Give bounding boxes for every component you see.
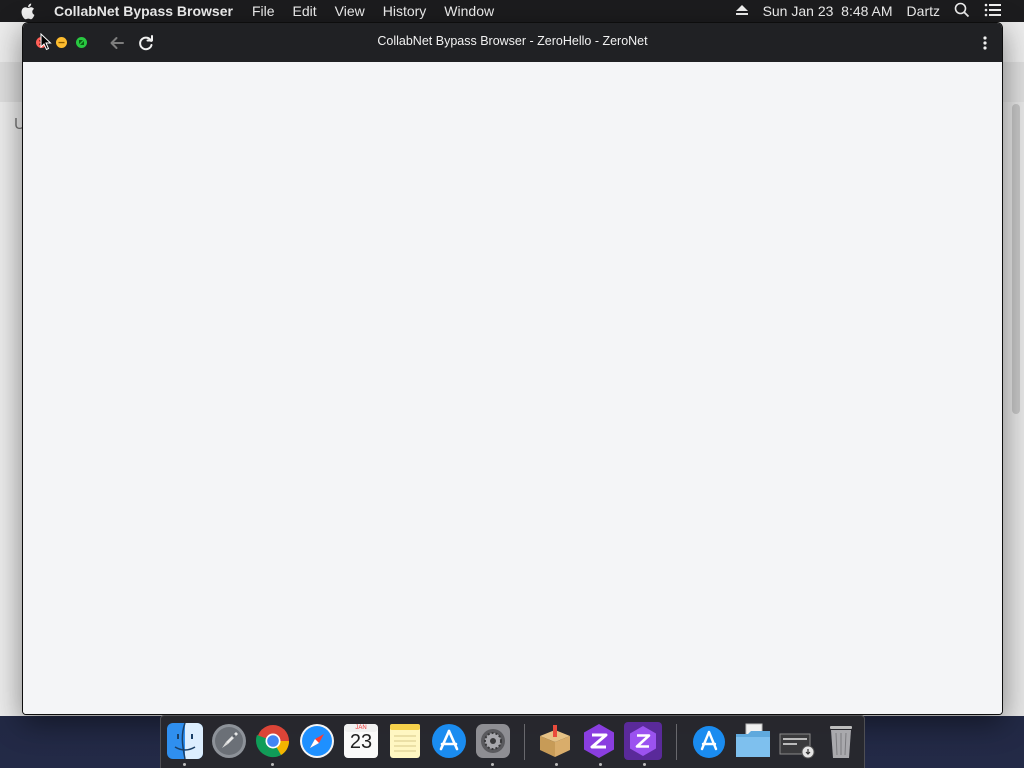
- calendar-day: 23: [349, 731, 373, 753]
- menu-edit[interactable]: Edit: [293, 3, 317, 19]
- running-indicator: [599, 763, 602, 766]
- dock-separator: [676, 724, 677, 760]
- app-name-menu[interactable]: CollabNet Bypass Browser: [54, 3, 233, 19]
- documents-folder-icon[interactable]: [734, 722, 772, 760]
- launchpad-icon[interactable]: [210, 722, 248, 760]
- window-titlebar[interactable]: CollabNet Bypass Browser - ZeroHello - Z…: [23, 23, 1002, 62]
- mouse-cursor-icon: [40, 32, 52, 51]
- dock: JAN 23: [160, 715, 865, 768]
- zeronet-icon[interactable]: [580, 722, 618, 760]
- notes-icon[interactable]: [386, 722, 424, 760]
- clock[interactable]: Sun Jan 23 8:48 AM: [763, 3, 893, 19]
- menu-bar: CollabNet Bypass Browser File Edit View …: [0, 0, 1024, 22]
- page-content[interactable]: [23, 62, 1002, 714]
- menu-file[interactable]: File: [252, 3, 275, 19]
- dock-separator: [524, 724, 525, 760]
- trash-icon[interactable]: [822, 722, 860, 760]
- menu-view[interactable]: View: [335, 3, 365, 19]
- menu-history[interactable]: History: [383, 3, 427, 19]
- browser-window: CollabNet Bypass Browser - ZeroHello - Z…: [22, 22, 1003, 715]
- zeronet-browser-icon[interactable]: [624, 722, 662, 760]
- eject-icon[interactable]: [735, 3, 749, 19]
- downloads-stack-icon[interactable]: [778, 722, 816, 760]
- running-indicator: [491, 763, 494, 766]
- finder-icon[interactable]: [166, 722, 204, 760]
- running-indicator: [271, 763, 274, 766]
- running-indicator: [183, 763, 186, 766]
- running-indicator: [555, 763, 558, 766]
- chrome-icon[interactable]: [254, 722, 292, 760]
- apple-icon[interactable]: [20, 2, 36, 20]
- system-preferences-icon[interactable]: [474, 722, 512, 760]
- applications-folder-icon[interactable]: [690, 722, 728, 760]
- window-title: CollabNet Bypass Browser - ZeroHello - Z…: [377, 34, 648, 48]
- safari-icon[interactable]: [298, 722, 336, 760]
- calendar-icon[interactable]: JAN 23: [342, 722, 380, 760]
- more-options-icon[interactable]: [982, 34, 988, 52]
- user-name[interactable]: Dartz: [907, 3, 940, 19]
- notification-center-icon[interactable]: [984, 3, 1002, 20]
- background-scrollbar[interactable]: [1012, 104, 1020, 414]
- menu-window[interactable]: Window: [444, 3, 494, 19]
- installer-icon[interactable]: [536, 722, 574, 760]
- running-indicator: [643, 763, 646, 766]
- spotlight-search-icon[interactable]: [954, 2, 970, 21]
- app-store-icon[interactable]: [430, 722, 468, 760]
